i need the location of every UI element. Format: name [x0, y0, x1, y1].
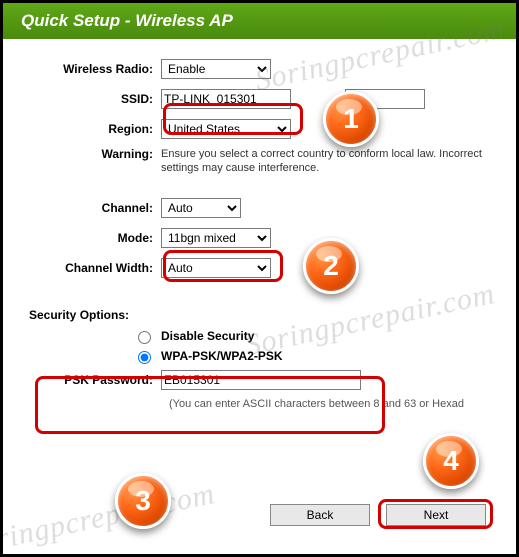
content-area: Wireless Radio: Enable SSID: Region: Uni… [3, 39, 516, 410]
app-frame: Quick Setup - Wireless AP Wireless Radio… [0, 0, 519, 557]
label-disable-security: Disable Security [161, 329, 254, 343]
psk-hint-text: (You can enter ASCII characters between … [169, 398, 498, 410]
label-channel: Channel: [21, 201, 161, 215]
label-region: Region: [21, 122, 161, 136]
label-mode: Mode: [21, 231, 161, 245]
button-bar: Back Next [270, 504, 486, 526]
ssid-extra-input[interactable] [345, 89, 425, 109]
watermark-bottom: Soringpcrepair.com [0, 477, 218, 557]
label-ssid: SSID: [21, 92, 161, 106]
back-button[interactable]: Back [270, 504, 370, 526]
label-warning: Warning: [21, 147, 161, 161]
ssid-input[interactable] [161, 89, 291, 109]
region-select[interactable]: United States [161, 119, 291, 139]
page-title: Quick Setup - Wireless AP [3, 3, 516, 39]
badge-4: 4 [423, 433, 479, 489]
badge-3: 3 [115, 473, 171, 529]
label-security-options: Security Options: [29, 308, 498, 322]
psk-password-input[interactable] [161, 370, 361, 390]
label-wireless-radio: Wireless Radio: [21, 62, 161, 76]
wireless-radio-select[interactable]: Enable [161, 59, 271, 79]
warning-text: Ensure you select a correct country to c… [161, 147, 498, 176]
label-wpa-psk: WPA-PSK/WPA2-PSK [161, 349, 283, 363]
radio-wpa-psk[interactable] [138, 351, 151, 364]
label-psk-password: PSK Password: [21, 373, 161, 387]
mode-select[interactable]: 11bgn mixed [161, 228, 271, 248]
channel-width-select[interactable]: Auto [161, 258, 271, 278]
radio-disable-security[interactable] [138, 331, 151, 344]
label-channel-width: Channel Width: [21, 261, 161, 275]
next-button[interactable]: Next [386, 504, 486, 526]
channel-select[interactable]: Auto [161, 198, 241, 218]
